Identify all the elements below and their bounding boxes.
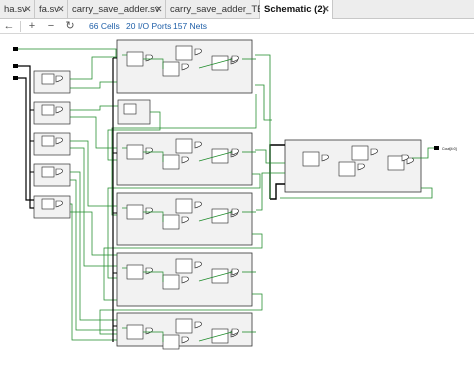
- routing-wire: [70, 116, 117, 149]
- full-adder-0-b-cell-a: [175, 45, 193, 61]
- tab-label: carry_save_adder.sv: [72, 4, 160, 15]
- full-adder-2-cell-a: [126, 204, 144, 220]
- full-adder-1-cell-a: [126, 144, 144, 160]
- tab-bar: ha.sv ✕ fa.sv ✕ carry_save_adder.sv ✕ ca…: [0, 0, 474, 20]
- tab-fa-sv[interactable]: fa.sv ✕: [35, 0, 68, 19]
- full-adder-0-cell-b: [162, 61, 180, 77]
- full-adder-2-cell-b: [162, 214, 180, 230]
- final-adder-cell-b: [338, 161, 356, 177]
- routing-wire: [70, 211, 117, 256]
- full-adder-2-b-cell-b: [211, 208, 229, 224]
- full-adder-4-cell-b: [162, 334, 180, 350]
- input-cell-gate: [41, 73, 55, 85]
- bus-to-final-block: [270, 183, 285, 200]
- full-adder-4-b-cell-a: [175, 318, 193, 334]
- full-adder-1-b-cell-a: [175, 138, 193, 154]
- tab-schematic[interactable]: Schematic (2) ✕: [260, 0, 333, 20]
- wire-sum: [255, 84, 272, 121]
- full-adder-3-cell-b: [162, 274, 180, 290]
- input-cell-gate: [41, 135, 55, 147]
- final-adder-b-cell-a: [351, 145, 369, 161]
- tab-carry-save-adder-tb[interactable]: carry_save_adder_TB.sv: [166, 0, 276, 19]
- input-cell-gate: [41, 104, 55, 116]
- routing-wire: [70, 140, 117, 207]
- close-icon[interactable]: ✕: [57, 5, 65, 14]
- input-cell-gate: [41, 198, 55, 210]
- close-icon[interactable]: ✕: [24, 5, 32, 14]
- ports-count-link[interactable]: 20 I/O Ports: [126, 20, 171, 33]
- full-adder-3-b-cell-b: [211, 268, 229, 284]
- full-adder-4-cell-a: [126, 324, 144, 340]
- tab-label: Schematic (2): [264, 4, 326, 15]
- input-port-a: [13, 47, 18, 51]
- routing-wire: [70, 171, 117, 321]
- full-adder-0-cell-a: [126, 51, 144, 67]
- full-adder-4-b-cell-b: [211, 328, 229, 344]
- routing-wire: [70, 105, 118, 111]
- full-adder-3-b-cell-a: [175, 258, 193, 274]
- tab-ha-sv[interactable]: ha.sv ✕: [0, 0, 35, 19]
- schematic-toolbar: ← + − ↻ 66 Cells 20 I/O Ports 157 Nets: [0, 19, 474, 34]
- full-adder-0-b-cell-b: [211, 55, 229, 71]
- output-port-label: Cout[4:0]: [442, 147, 457, 151]
- toolbar-divider: [20, 21, 21, 32]
- schematic-diagram[interactable]: Cout[4:0]: [0, 35, 474, 373]
- input-port-b: [13, 64, 18, 68]
- input-cell-gate: [41, 166, 55, 178]
- input-port-c: [13, 76, 18, 80]
- final-adder-cell-a: [302, 151, 320, 167]
- routing-wire: [70, 56, 117, 80]
- close-icon[interactable]: ✕: [322, 5, 330, 14]
- bus-to-final-block: [269, 144, 285, 199]
- routing-wire: [70, 81, 117, 89]
- back-button[interactable]: ←: [2, 20, 16, 33]
- bus-input-c: [18, 77, 34, 201]
- schematic-canvas[interactable]: Cout[4:0]: [0, 35, 474, 373]
- cells-count-link[interactable]: 66 Cells: [89, 20, 120, 33]
- wire-carry: [255, 54, 271, 199]
- full-adder-2-b-cell-a: [175, 198, 193, 214]
- final-adder-b-cell-b: [387, 155, 405, 171]
- full-adder-1-b-cell-b: [211, 148, 229, 164]
- full-adder-1-cell-b: [162, 154, 180, 170]
- close-icon[interactable]: ✕: [155, 5, 163, 14]
- nets-count-link[interactable]: 157 Nets: [173, 20, 207, 33]
- output-port-cout: [434, 146, 439, 150]
- zoom-out-button[interactable]: −: [44, 20, 58, 33]
- tab-carry-save-adder[interactable]: carry_save_adder.sv ✕: [68, 0, 166, 19]
- zoom-in-button[interactable]: +: [25, 20, 39, 33]
- full-adder-3-cell-a: [126, 264, 144, 280]
- adder-cell-gate: [123, 103, 137, 115]
- routing-wire: [70, 203, 117, 341]
- wire-input-a: [18, 48, 117, 57]
- refresh-button[interactable]: ↻: [63, 20, 77, 33]
